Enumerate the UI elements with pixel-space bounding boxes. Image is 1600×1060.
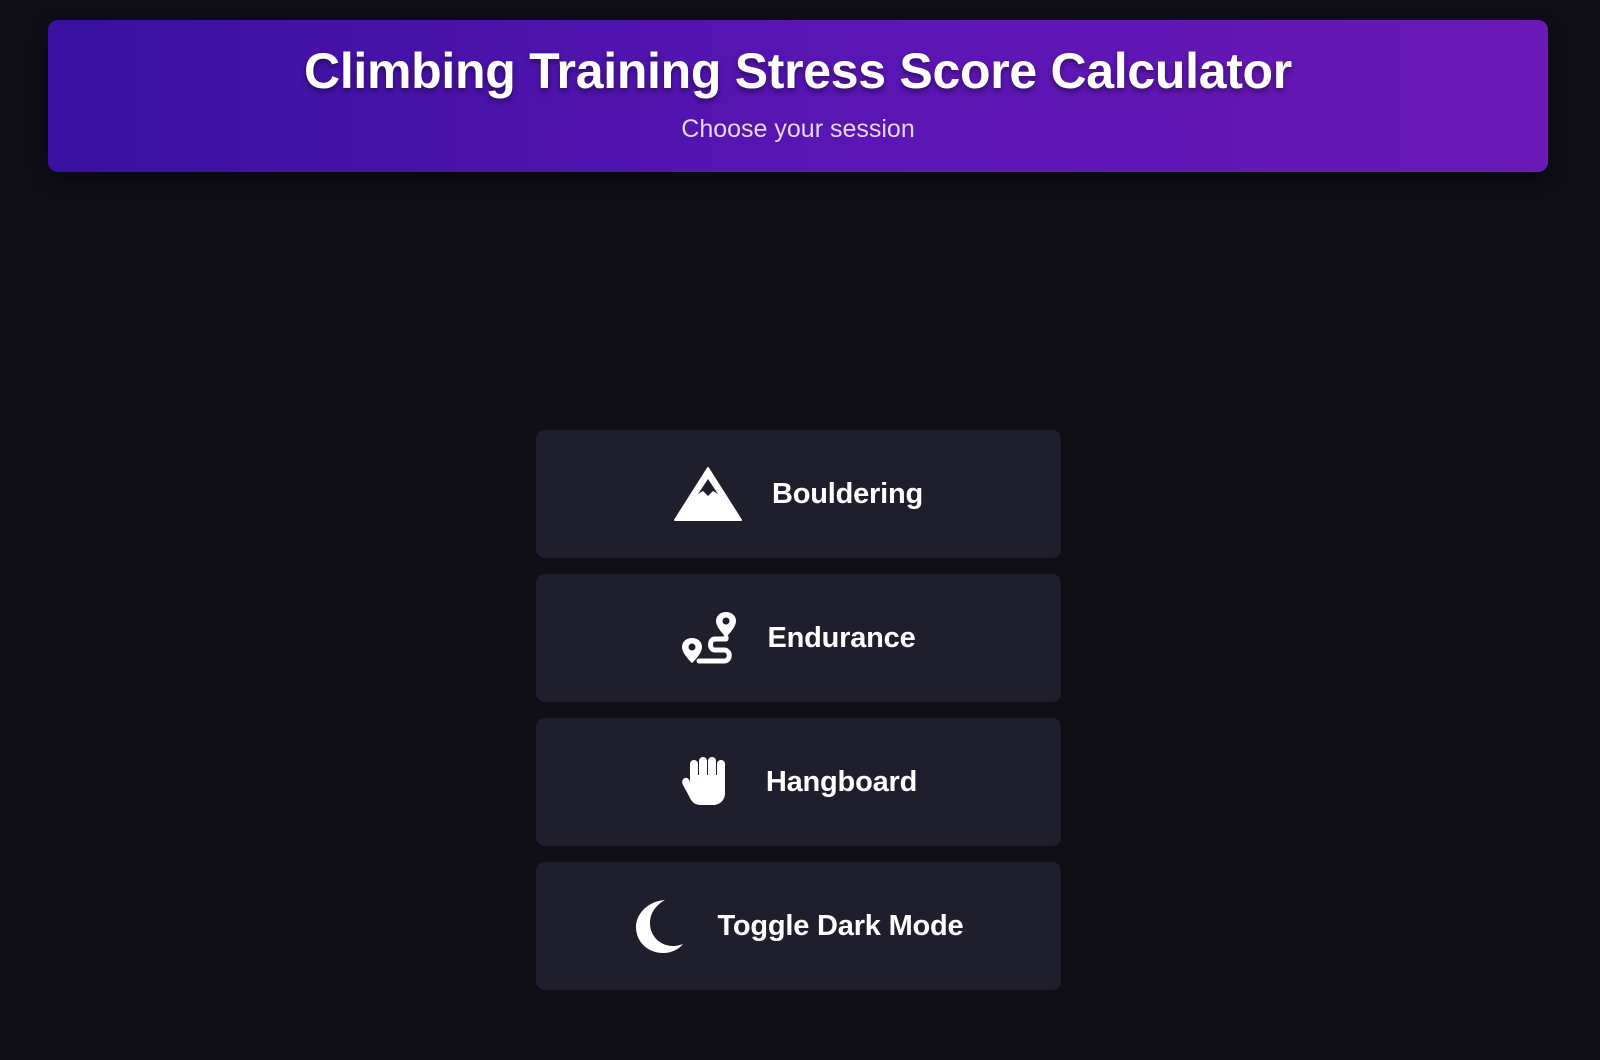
hand-icon bbox=[680, 757, 736, 807]
app-page: Climbing Training Stress Score Calculato… bbox=[0, 0, 1600, 1060]
page-title: Climbing Training Stress Score Calculato… bbox=[304, 43, 1292, 99]
toggle-dark-mode-button[interactable]: Toggle Dark Mode bbox=[536, 862, 1061, 990]
toggle-dark-mode-label: Toggle Dark Mode bbox=[717, 909, 964, 942]
page-subtitle: Choose your session bbox=[681, 115, 915, 143]
header-banner: Climbing Training Stress Score Calculato… bbox=[48, 20, 1548, 172]
hangboard-label: Hangboard bbox=[765, 765, 918, 798]
hangboard-button[interactable]: Hangboard bbox=[536, 718, 1061, 846]
endurance-label: Endurance bbox=[767, 621, 916, 654]
moon-icon bbox=[633, 898, 687, 954]
bouldering-label: Bouldering bbox=[771, 477, 924, 510]
mountain-icon bbox=[673, 466, 742, 522]
session-menu: Bouldering Endurance Hangboard Toggle Da… bbox=[536, 430, 1061, 1006]
endurance-button[interactable]: Endurance bbox=[536, 574, 1061, 702]
bouldering-button[interactable]: Bouldering bbox=[536, 430, 1061, 558]
route-icon bbox=[681, 610, 737, 666]
